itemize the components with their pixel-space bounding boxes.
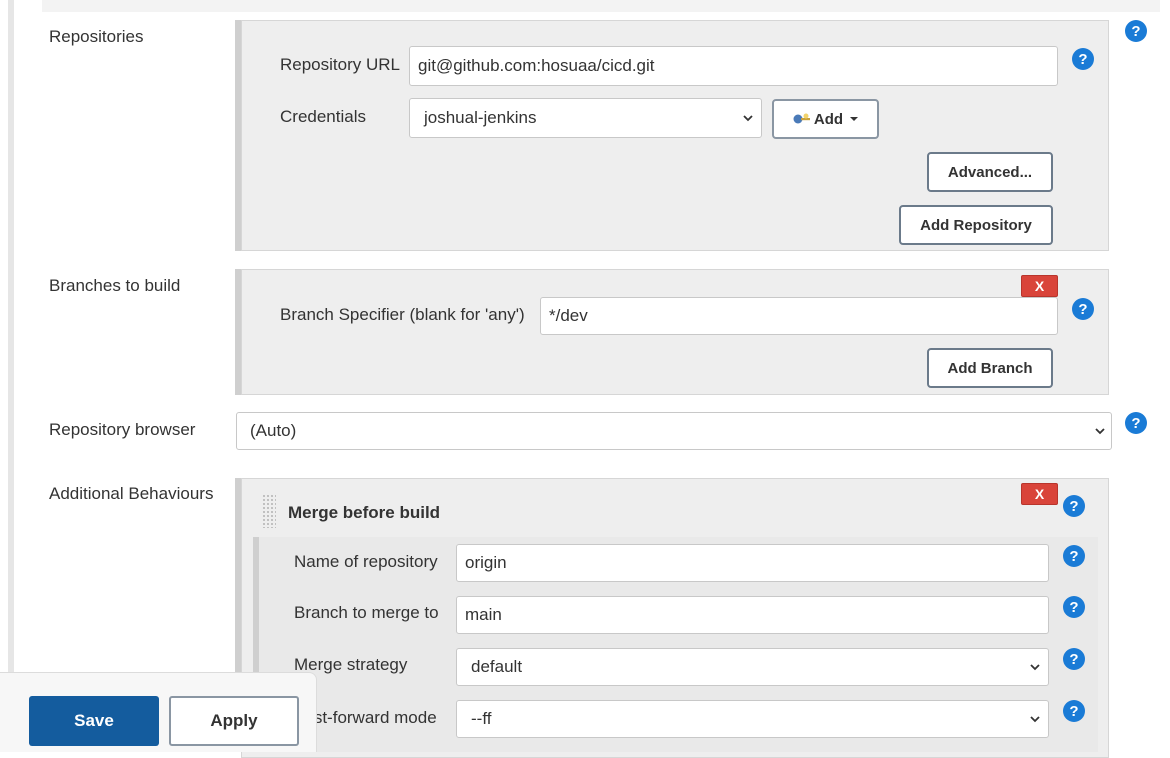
top-strip [42, 0, 1160, 12]
key-icon [793, 113, 810, 124]
merge-before-build-title: Merge before build [288, 503, 441, 522]
help-icon[interactable]: ? [1063, 596, 1085, 618]
add-branch-button[interactable]: Add Branch [927, 348, 1053, 388]
section-left-bar [8, 0, 14, 752]
help-icon[interactable]: ? [1125, 20, 1147, 42]
apply-button[interactable]: Apply [169, 696, 299, 746]
help-icon[interactable]: ? [1072, 48, 1094, 70]
add-repository-button[interactable]: Add Repository [899, 205, 1053, 245]
add-label: Add [813, 110, 844, 128]
repository-browser-label: Repository browser [49, 420, 196, 439]
advanced-button[interactable]: Advanced... [927, 152, 1053, 192]
branches-label: Branches to build [49, 276, 181, 295]
save-button[interactable]: Save [29, 696, 159, 746]
fast-forward-select[interactable]: --ff [456, 700, 1049, 738]
credentials-select[interactable]: joshual-jenkins [409, 98, 762, 138]
chevron-down-icon [1095, 428, 1105, 435]
branch-specifier-label: Branch Specifier (blank for 'any') [280, 305, 525, 324]
help-icon[interactable]: ? [1063, 648, 1085, 670]
caret-down-icon [850, 117, 859, 121]
help-icon[interactable]: ? [1072, 298, 1094, 320]
chevron-down-icon [743, 115, 753, 122]
repo-name-label: Name of repository [294, 552, 438, 571]
merge-strategy-select[interactable]: default [456, 648, 1049, 686]
help-icon[interactable]: ? [1125, 412, 1147, 434]
credentials-label: Credentials [280, 107, 366, 126]
repository-browser-value: (Auto) [250, 421, 297, 440]
help-icon[interactable]: ? [1063, 545, 1085, 567]
drag-handle-icon[interactable] [262, 494, 276, 528]
repository-browser-select[interactable]: (Auto) [236, 412, 1112, 450]
remove-behaviour-button[interactable]: X [1021, 483, 1058, 505]
credentials-value: joshual-jenkins [424, 108, 537, 127]
repo-name-input[interactable]: origin [456, 544, 1049, 582]
branch-to-merge-label: Branch to merge to [294, 603, 439, 622]
merge-strategy-value: default [471, 657, 523, 676]
chevron-down-icon [1030, 664, 1040, 671]
chevron-down-icon [1030, 716, 1040, 723]
branch-to-merge-input[interactable]: main [456, 596, 1049, 634]
remove-branch-button[interactable]: X [1021, 275, 1058, 297]
help-icon[interactable]: ? [1063, 700, 1085, 722]
additional-behaviours-label: Additional Behaviours [49, 484, 214, 503]
branch-specifier-input[interactable]: */dev [540, 297, 1058, 335]
repositories-label: Repositories [49, 27, 144, 46]
add-credentials-button[interactable]: Add [772, 99, 879, 139]
repository-url-input[interactable]: git@github.com:hosuaa/cicd.git [409, 46, 1058, 86]
repository-url-label: Repository URL [280, 55, 400, 74]
help-icon[interactable]: ? [1063, 495, 1085, 517]
fast-forward-value: --ff [471, 709, 492, 728]
